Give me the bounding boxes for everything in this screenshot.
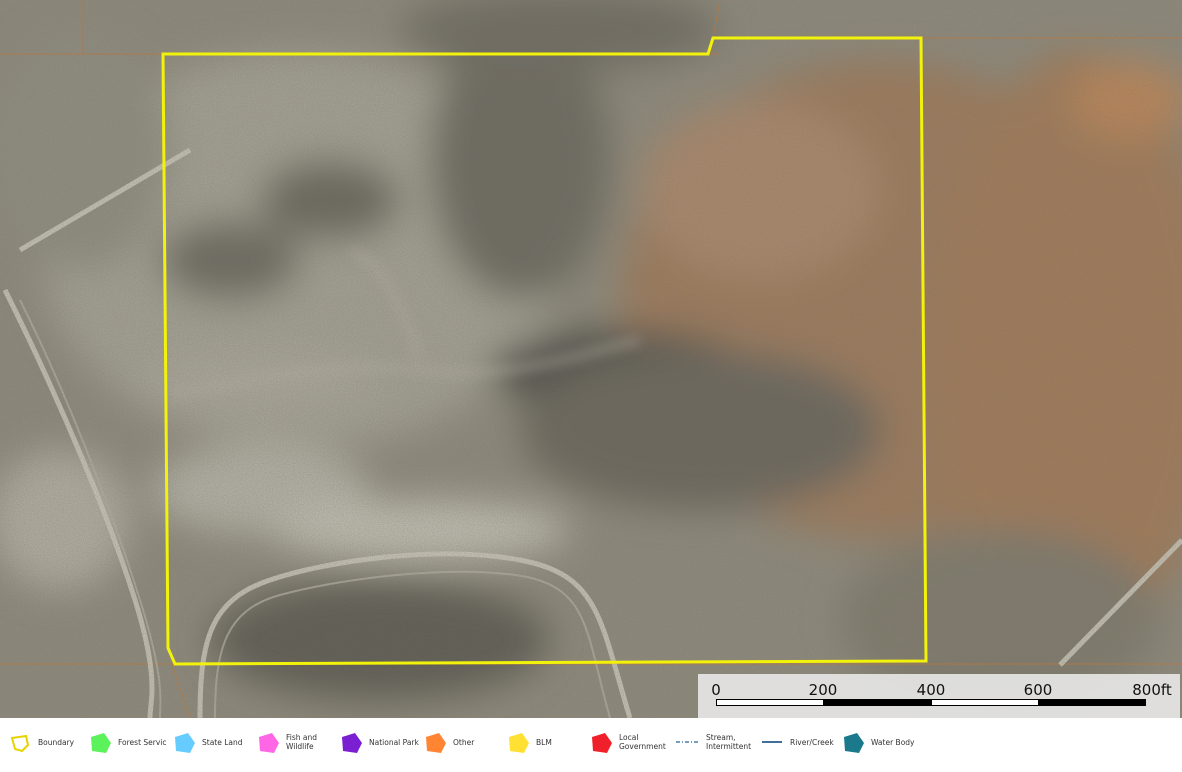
legend-item-blm: BLM [504, 728, 552, 756]
legend-label: Stream, Intermittent [706, 733, 752, 751]
forest-service-icon [91, 733, 111, 753]
legend-item-other: Other [421, 728, 474, 756]
other-land-icon [426, 733, 446, 753]
scale-segment-1 [716, 699, 824, 706]
scale-label-800ft: 800ft [1132, 681, 1172, 699]
scale-segment-3 [931, 699, 1039, 706]
legend-label: State Land [202, 737, 243, 747]
legend-item-local-government: Local Government [587, 728, 666, 756]
legend-label: Water Body [871, 737, 915, 747]
local-government-icon [592, 733, 612, 753]
national-park-icon [342, 733, 362, 753]
scale-bar: 0 200 400 600 800ft [698, 674, 1180, 718]
scale-segment-2 [823, 699, 932, 706]
legend-item-river-creek: River/Creek [758, 728, 834, 756]
state-land-icon [175, 733, 195, 753]
river-creek-icon [762, 741, 782, 743]
scale-label-0: 0 [711, 681, 721, 699]
scale-label-400: 400 [916, 681, 946, 699]
stream-intermittent-icon [676, 741, 700, 743]
scale-label-600: 600 [1023, 681, 1053, 699]
legend-label: Boundary [38, 737, 75, 747]
water-body-icon [844, 733, 864, 753]
scale-segment-4 [1038, 699, 1146, 706]
legend-label: Other [453, 737, 475, 747]
legend-item-stream-intermittent: Stream, Intermittent [674, 728, 751, 756]
boundary-outline-icon [10, 734, 30, 753]
legend-item-state-land: State Land [170, 728, 243, 756]
legend-label: Forest Servic [118, 737, 167, 747]
map-legend: Boundary Forest Servic State Land Fish a… [0, 718, 1182, 772]
legend-label: River/Creek [790, 737, 834, 747]
legend-item-national-park: National Park [337, 728, 419, 756]
blm-icon [509, 733, 529, 753]
fish-wildlife-icon [259, 733, 279, 753]
legend-item-boundary: Boundary [6, 728, 74, 756]
legend-item-fish-wildlife: Fish and Wildlife [254, 728, 317, 756]
legend-label: Local Government [619, 733, 666, 751]
legend-item-forest-service: Forest Servic [86, 728, 167, 756]
legend-label: National Park [369, 737, 419, 747]
satellite-map[interactable]: 0 200 400 600 800ft [0, 0, 1182, 718]
legend-label: BLM [536, 737, 552, 747]
aerial-imagery [0, 0, 1182, 718]
scale-label-200: 200 [808, 681, 838, 699]
legend-item-water-body: Water Body [839, 728, 915, 756]
legend-label: Fish and Wildlife [286, 733, 318, 751]
